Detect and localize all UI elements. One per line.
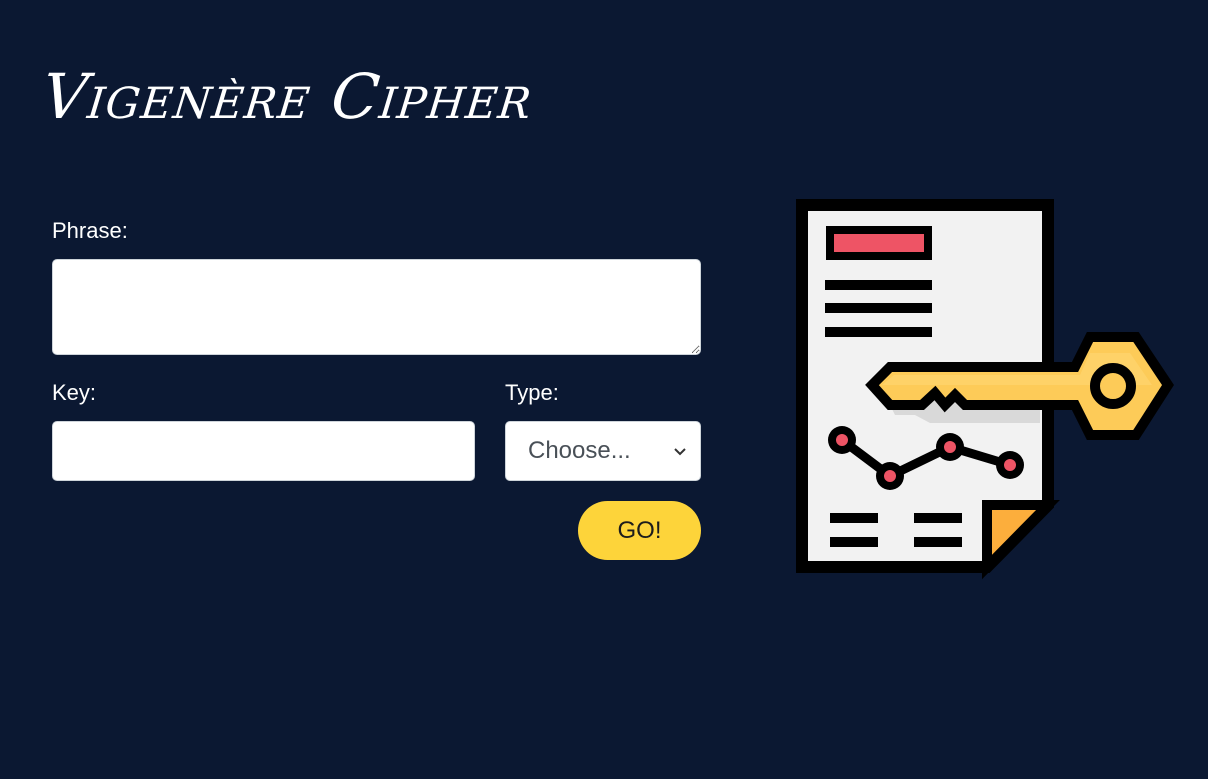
phrase-label: Phrase: — [52, 218, 128, 243]
type-select-value: Choose... — [528, 437, 631, 464]
key-label: Key: — [52, 380, 97, 405]
phrase-input[interactable] — [52, 259, 701, 355]
page: Vigenère Cipher Phrase: Key: Type: Choos… — [0, 0, 1208, 779]
key-input[interactable] — [52, 421, 475, 481]
chevron-down-icon — [674, 443, 686, 459]
page-title: Vigenère Cipher — [38, 60, 537, 133]
go-button[interactable]: GO! — [578, 501, 701, 560]
document-key-icon — [796, 199, 1174, 580]
type-label: Type: — [505, 380, 559, 405]
header-bar-icon — [826, 226, 932, 260]
type-select[interactable]: Choose... — [505, 421, 701, 481]
document-fold — [982, 500, 1060, 580]
